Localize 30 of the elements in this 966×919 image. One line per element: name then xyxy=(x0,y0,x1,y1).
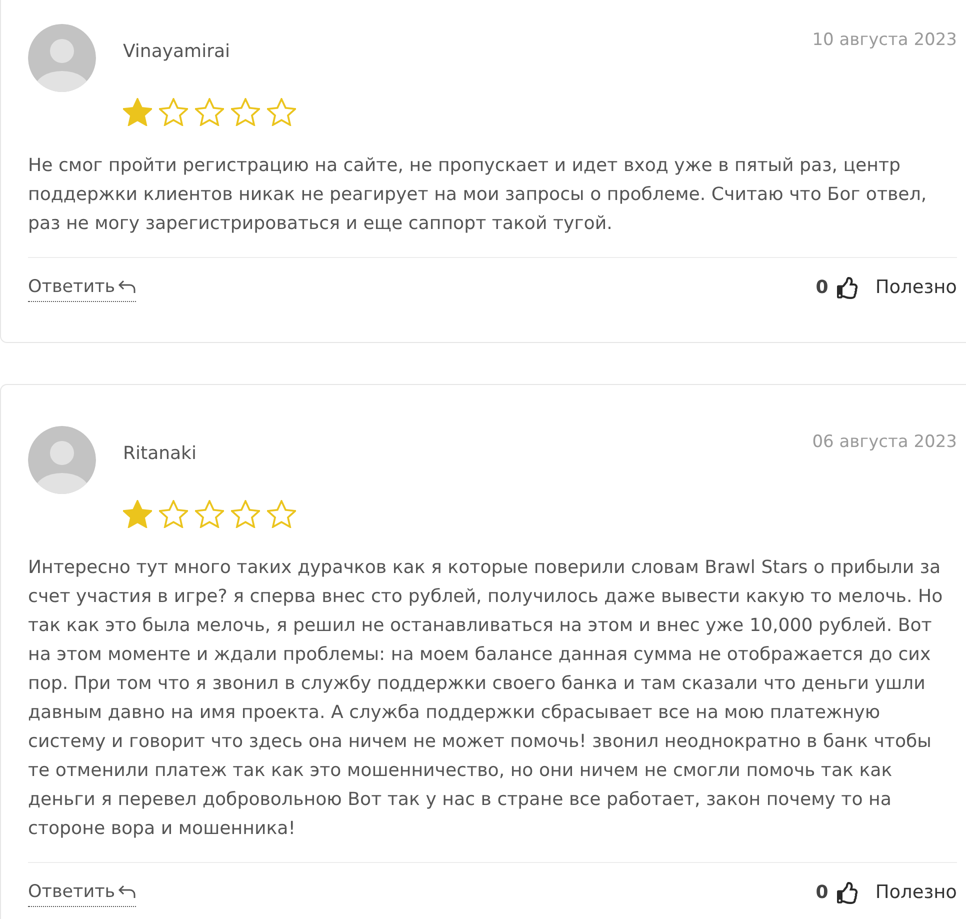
review-text: Интересно тут много таких дурачков как я которые поверили словам Brawl Stars о прибыли за счет участия в игре? я сперва внес сто рублей, получилось даже вывести какую то мелочь. Но так как это была мелочь, я решил не останавливаться на этом и внес уже 10,000 рублей. Вот на этом моменте и ждали проблемы: на моем балансе данная сумма не отображается до сих пор. При том что я звонил в службу поддержки своего банка и там сказали что деньги ушли давным давно на имя проекта. А служба поддержки сбрасывает все на мою платежную систему и говорит что здесь она ничем не может помочь! звонил неоднократно в банк чтобы те отменили платеж так как это мошенничество, но они ничем не смогли помочь так как деньги я перевел добровольною Вот так у нас в стране все работает, закон почему то на стороне вора и мошенника! xyxy=(28,556,944,841)
author-name: Vinayamirai xyxy=(123,40,230,64)
filled-star-icon xyxy=(123,98,152,126)
reply-link[interactable]: Ответить xyxy=(28,880,136,906)
review-date: 06 августа 2023 xyxy=(812,431,957,454)
reply-arrow-icon xyxy=(118,884,136,898)
helpful-label: Полезно xyxy=(875,881,957,905)
avatar-icon xyxy=(28,24,96,92)
empty-star-icon xyxy=(195,98,224,126)
thumbs-up-icon xyxy=(837,277,860,299)
avatar-icon xyxy=(28,426,96,494)
empty-star-icon xyxy=(231,98,260,126)
thumbs-up-button[interactable] xyxy=(837,882,860,904)
helpful-label: Полезно xyxy=(875,276,957,300)
filled-star-icon xyxy=(123,500,152,528)
empty-star-icon xyxy=(267,98,296,126)
empty-star-icon xyxy=(195,500,224,528)
likes-count: 0 xyxy=(816,881,828,905)
reply-link[interactable]: Ответить xyxy=(28,274,136,302)
reply-arrow-icon xyxy=(118,280,136,294)
empty-star-icon xyxy=(159,98,188,126)
thumbs-up-icon xyxy=(837,882,860,904)
empty-star-icon xyxy=(267,500,296,528)
review-date: 10 августа 2023 xyxy=(812,29,957,52)
likes-count: 0 xyxy=(816,276,828,300)
empty-star-icon xyxy=(159,500,188,528)
author-name: Ritanaki xyxy=(123,442,196,466)
thumbs-up-button[interactable] xyxy=(837,277,860,299)
empty-star-icon xyxy=(231,500,260,528)
review-text: Не смог пройти регистрацию на сайте, не пропускает и идет вход уже в пятый раз, центр поддержки клиентов никак не реагирует на мои запросы о проблеме. Считаю что Бог отвел, раз не могу зарегистрироваться и еще саппорт такой тугой. xyxy=(28,154,928,236)
